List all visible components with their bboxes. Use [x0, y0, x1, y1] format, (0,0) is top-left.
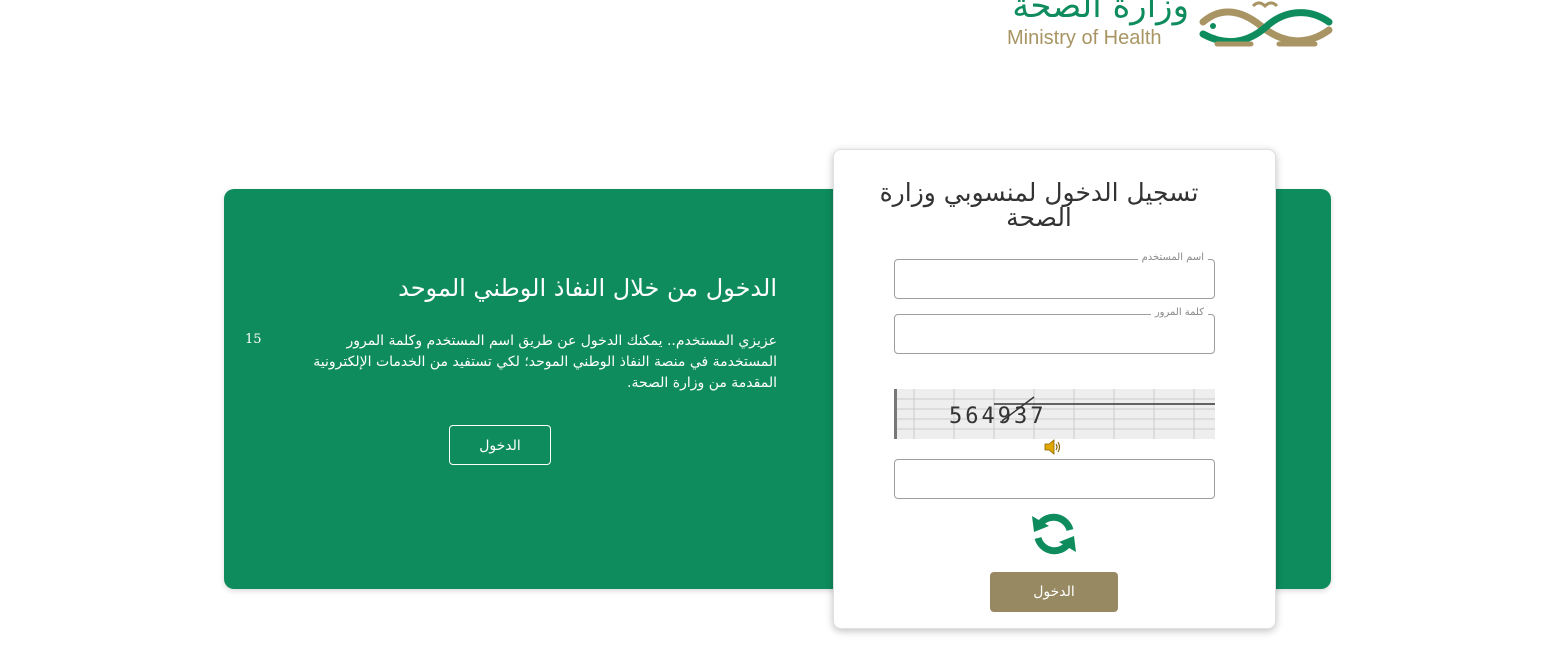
captcha-graphic: 564937	[894, 389, 1215, 439]
username-label: اسم المستخدم	[1137, 251, 1208, 265]
password-input[interactable]	[895, 315, 1214, 353]
ministry-logo-icon	[1199, 1, 1333, 47]
captcha-image: 564937	[894, 389, 1215, 439]
logo-english-text: Ministry of Health	[1007, 27, 1162, 49]
refresh-icon[interactable]	[1030, 510, 1078, 558]
username-input[interactable]	[895, 260, 1214, 298]
nafath-login-button[interactable]: الدخول	[449, 425, 551, 465]
captcha-input[interactable]	[895, 460, 1214, 498]
login-card: تسجيل الدخول لمنسوبي وزارة الصحة اسم الم…	[833, 149, 1276, 629]
nafath-description: عزيزي المستخدم.. يمكنك الدخول عن طريق اس…	[313, 333, 777, 391]
username-field-wrapper: اسم المستخدم	[894, 251, 1215, 299]
page: وزارة الصحة Ministry of Health الدخول من…	[0, 0, 1542, 669]
ministry-logo: وزارة الصحة Ministry of Health	[1005, 0, 1335, 58]
captcha-text: 564937	[949, 404, 1046, 429]
speaker-icon[interactable]	[1043, 438, 1063, 456]
password-label: كلمة المرور	[1150, 306, 1208, 320]
logo-arabic-text: وزارة الصحة	[1012, 0, 1189, 26]
login-submit-button[interactable]: الدخول	[990, 572, 1118, 612]
login-title: تسجيل الدخول لمنسوبي وزارة الصحة	[879, 178, 1199, 232]
captcha-field-wrapper	[894, 459, 1215, 499]
nafath-number: 15	[245, 332, 262, 347]
password-field-wrapper: كلمة المرور	[894, 306, 1215, 354]
nafath-title: الدخول من خلال النفاذ الوطني الموحد	[398, 274, 777, 302]
